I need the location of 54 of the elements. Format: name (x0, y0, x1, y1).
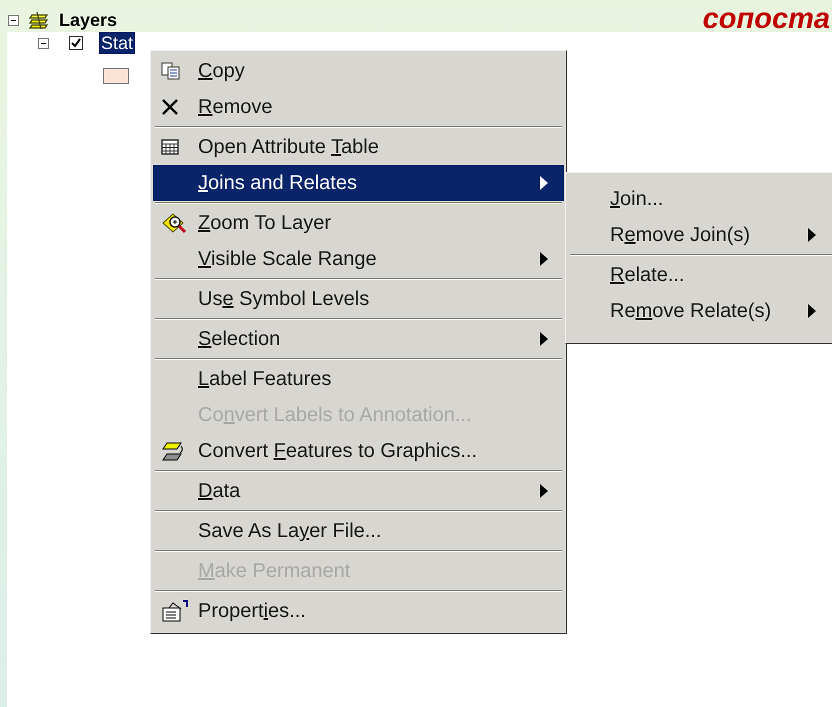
menu-item[interactable]: Properties... (153, 593, 564, 629)
collapse-toggle[interactable] (8, 14, 19, 26)
menu-item-label: Open Attribute Table (198, 135, 379, 159)
menu-item-label: Relate... (610, 263, 684, 287)
copy-icon (161, 62, 181, 80)
zoom-icon (161, 211, 189, 235)
submenu-arrow-icon (540, 332, 548, 346)
menu-item[interactable]: Data (153, 473, 564, 509)
submenu-arrow-icon (808, 228, 816, 242)
menu-item[interactable]: Joins and Relates (153, 165, 564, 201)
menu-item-label: Visible Scale Range (198, 247, 377, 271)
menu-item[interactable]: Relate... (568, 257, 832, 293)
menu-item-label: Remove Relate(s) (610, 299, 772, 323)
collapse-toggle[interactable] (38, 38, 49, 48)
submenu-arrow-icon (540, 484, 548, 498)
menu-item-label: Zoom To Layer (198, 211, 332, 235)
menu-item[interactable]: Selection (153, 321, 564, 357)
menu-item-label: Data (198, 479, 240, 503)
menu-item-label: Join... (610, 187, 664, 211)
menu-item[interactable]: Join... (568, 181, 832, 217)
menu-item-label: Use Symbol Levels (198, 287, 370, 311)
menu-item-label: Remove (198, 95, 272, 119)
menu-item[interactable]: Copy (153, 53, 564, 89)
graphics-conversion-icon (161, 440, 185, 462)
layer-checkbox[interactable] (69, 36, 83, 50)
menu-item[interactable]: Open Attribute Table (153, 129, 564, 165)
layers-icon (27, 10, 51, 30)
properties-icon (161, 599, 189, 623)
tree-label[interactable]: Layers (59, 6, 118, 34)
menu-item-label: Label Features (198, 367, 332, 391)
submenu-arrow-icon (808, 304, 816, 318)
layer-name[interactable]: Stat (99, 32, 136, 54)
menu-item[interactable]: Use Symbol Levels (153, 281, 564, 317)
menu-item-label: Convert Features to Graphics... (198, 439, 478, 463)
menu-item[interactable]: Label Features (153, 361, 564, 397)
close-icon (161, 98, 179, 116)
table-icon (161, 139, 179, 155)
menu-item-label: Joins and Relates (198, 171, 357, 195)
submenu-arrow-icon (540, 252, 548, 266)
menu-item[interactable]: Remove (153, 89, 564, 125)
menu-item-label: Remove Join(s) (610, 223, 750, 247)
menu-item-label: Selection (198, 327, 280, 351)
menu-item[interactable]: Visible Scale Range (153, 241, 564, 277)
menu-item[interactable]: Save As Layer File... (153, 513, 564, 549)
menu-item[interactable]: Convert Features to Graphics... (153, 433, 564, 469)
menu-item-label: Copy (198, 59, 245, 83)
menu-item[interactable]: Remove Join(s) (568, 217, 832, 253)
symbol-swatch (103, 68, 129, 84)
menu-item[interactable]: Remove Relate(s) (568, 293, 832, 329)
slide-title: сопоста (702, 2, 830, 36)
submenu-arrow-icon (540, 176, 548, 190)
menu-item[interactable]: Zoom To Layer (153, 205, 564, 241)
menu-item-label: Save As Layer File... (198, 519, 382, 543)
menu-item-label: Properties... (198, 599, 306, 623)
